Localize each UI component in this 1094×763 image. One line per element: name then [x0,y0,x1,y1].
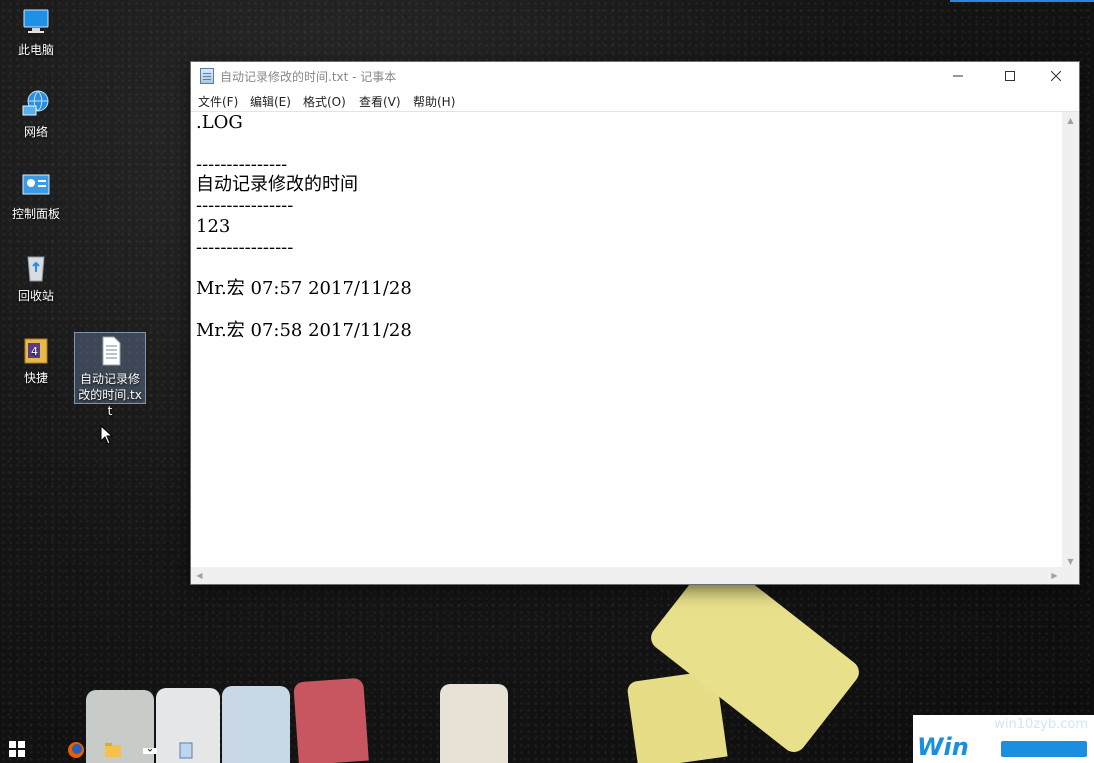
desktop-icon-label: 快捷 [23,371,48,385]
scroll-right-icon[interactable]: ▶ [1046,567,1063,584]
desktop-icon-txt-file[interactable]: 自动记录修改的时间.txt [74,332,146,418]
editor-line: --------------- [196,153,288,175]
title-bar[interactable]: 自动记录修改的时间.txt - 记事本 [191,62,1079,90]
notepad-taskbar-icon[interactable] [176,740,198,762]
wallpaper-chalk-blue [222,686,290,763]
desktop-icon-label: 此电脑 [17,43,54,57]
notepad-icon [200,68,214,84]
desktop-icon-control-panel[interactable]: 控制面板 [0,170,72,222]
desktop-icon-label: 自动记录修改的时间.txt [78,372,142,418]
editor-line: .LOG [196,112,243,133]
file-explorer-icon[interactable] [103,740,125,762]
desktop-icon-label: 回收站 [17,289,54,303]
vertical-scrollbar[interactable]: ▲ ▼ [1062,112,1079,570]
watermark-site: win10zyb.com [994,717,1088,732]
site-watermark: win10zyb.com Win [913,715,1094,763]
menu-bar: 文件(F) 编辑(E) 格式(O) 查看(V) 帮助(H) [191,90,1079,112]
wallpaper-chalk-red [293,677,369,763]
desktop-icon-shortcut-folder[interactable]: 4 快捷 [0,334,72,386]
watermark-bar [1001,741,1087,757]
wallpaper-chalk-cream [440,684,508,763]
minimize-icon [953,75,963,77]
desktop-icon-label: 网络 [23,125,48,139]
firefox-icon[interactable] [66,740,88,762]
desktop-icon-recycle-bin[interactable]: 回收站 [0,252,72,304]
start-windows-icon[interactable] [8,740,30,762]
editor-line: ---------------- [196,195,294,217]
watermark-brand: Win [917,733,969,761]
notepad-window[interactable]: 自动记录修改的时间.txt - 记事本 文件(F) 编辑(E) 格式(O) 查看… [190,61,1080,585]
menu-file[interactable]: 文件(F) [198,93,238,110]
mouse-cursor-icon [100,424,114,449]
menu-help[interactable]: 帮助(H) [413,93,455,110]
close-icon [1051,71,1061,81]
screen-top-accent [950,0,1094,2]
network-globe-icon [19,88,53,120]
scroll-up-icon[interactable]: ▲ [1062,112,1079,129]
maximize-icon [1005,71,1015,81]
downloads-icon[interactable] [140,740,162,762]
control-panel-icon [19,170,53,202]
maximize-button[interactable] [987,62,1033,90]
desktop-icon-this-pc[interactable]: 此电脑 [0,6,72,58]
folder-icon: 4 [19,334,53,366]
svg-text:4: 4 [31,345,38,358]
menu-view[interactable]: 查看(V) [359,93,401,110]
window-title: 自动记录修改的时间.txt - 记事本 [220,70,397,84]
editor-line: 自动记录修改的时间 [196,174,358,196]
editor-line: 123 [196,215,231,237]
scroll-left-icon[interactable]: ◀ [191,567,208,584]
editor-line: Mr.宏 07:57 2017/11/28 [196,278,412,300]
desktop-icon-label: 控制面板 [11,207,60,221]
text-file-icon [93,335,127,367]
editor-line: ---------------- [196,236,294,258]
menu-format[interactable]: 格式(O) [303,93,346,110]
computer-icon [19,6,53,38]
editor-line: Mr.宏 07:58 2017/11/28 [196,319,412,341]
text-editor[interactable]: .LOG --------------- 自动记录修改的时间 ---------… [191,112,1063,570]
desktop-icon-network[interactable]: 网络 [0,88,72,140]
menu-edit[interactable]: 编辑(E) [250,93,291,110]
minimize-button[interactable] [935,62,981,90]
close-button[interactable] [1033,62,1079,90]
scrollbar-corner [1062,567,1079,584]
horizontal-scrollbar[interactable]: ◀ ▶ [191,567,1063,584]
recycle-bin-icon [19,252,53,284]
